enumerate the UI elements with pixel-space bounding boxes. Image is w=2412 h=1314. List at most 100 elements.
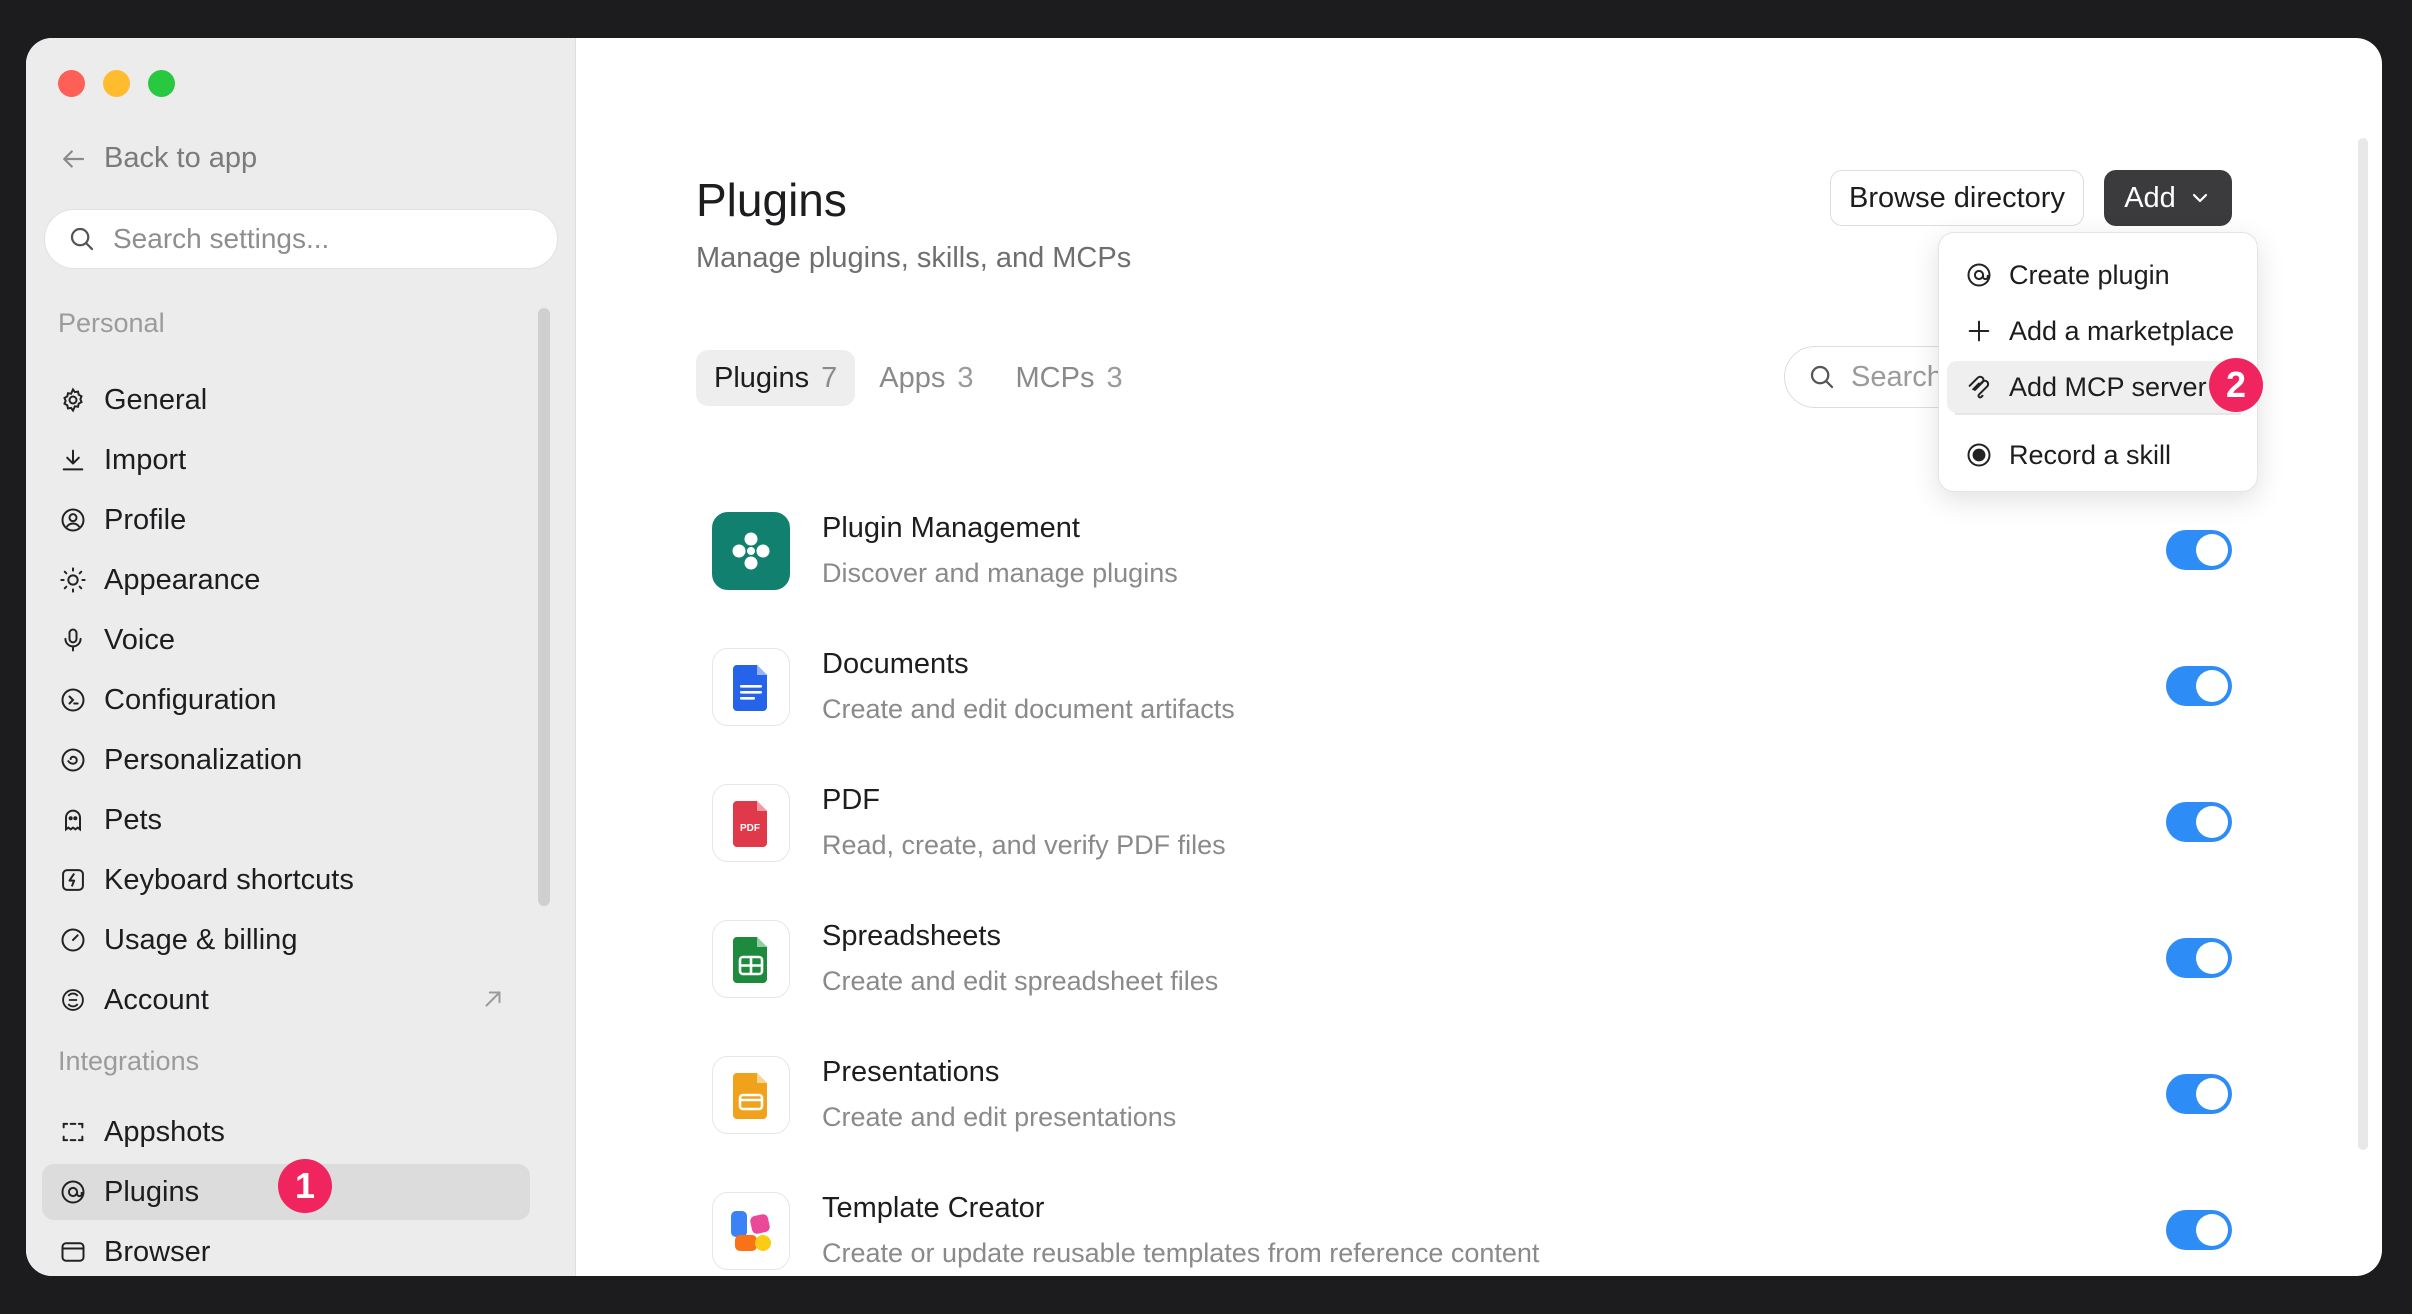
account-icon [58,985,88,1015]
personalization-icon [58,745,88,775]
back-to-app-link[interactable]: Back to app [58,142,257,175]
plugin-row: Template Creator Create or update reusab… [712,1192,2232,1272]
personal-section-title: Personal [58,308,165,338]
zoom-window-button[interactable] [148,70,175,97]
annotation-badge-1: 1 [278,1159,332,1213]
tab-mcps[interactable]: MCPs 3 [998,350,1141,406]
spreadsheets-icon [712,920,790,998]
plugin-description: Read, create, and verify PDF files [822,830,1226,860]
chevron-down-icon [2192,193,2207,203]
screenshot-frame-icon [58,1117,88,1147]
tab-label: Apps [879,361,946,394]
plugin-name: PDF [822,784,880,816]
microphone-icon [58,625,88,655]
plugin-toggle[interactable] [2166,1074,2232,1114]
window-controls [58,70,175,97]
plugin-name: Documents [822,648,969,680]
sidebar-item-pets[interactable]: Pets [42,792,530,848]
plugin-search-placeholder: Search [1851,360,1943,393]
plugin-row: Plugin Management Discover and manage pl… [712,512,2232,592]
template-creator-icon [712,1192,790,1270]
settings-window: Back to app Personal General Import Prof… [26,38,2382,1276]
plugin-toggle[interactable] [2166,530,2232,570]
sidebar-item-appshots[interactable]: Appshots [42,1104,530,1160]
plugin-description: Discover and manage plugins [822,558,1178,588]
annotation-badge-2: 2 [2209,358,2263,412]
add-dropdown-menu: Create plugin Add a marketplace Add MCP … [1938,232,2258,492]
sidebar-item-label: Personalization [104,743,303,776]
menu-item-create-plugin[interactable]: Create plugin [1947,249,2249,301]
browse-directory-button[interactable]: Browse directory [1830,170,2084,226]
settings-search-input[interactable] [113,223,533,255]
sidebar-item-personalization[interactable]: Personalization [42,732,530,788]
integrations-section-title: Integrations [58,1046,200,1076]
gauge-icon [58,925,88,955]
sidebar-item-general[interactable]: General [42,372,530,428]
sidebar-item-appearance[interactable]: Appearance [42,552,530,608]
search-icon [1810,365,1834,389]
pdf-icon-text: PDF [740,823,760,834]
plugin-toggle[interactable] [2166,938,2232,978]
tab-apps[interactable]: Apps 3 [861,350,991,406]
sidebar-item-profile[interactable]: Profile [42,492,530,548]
sidebar-item-configuration[interactable]: Configuration [42,672,530,728]
sidebar-item-label: Usage & billing [104,923,298,956]
sidebar-item-label: Pets [104,803,163,836]
plugin-name: Template Creator [822,1192,1045,1224]
menu-item-record-skill[interactable]: Record a skill [1947,429,2249,481]
close-window-button[interactable] [58,70,85,97]
plugin-management-icon [712,512,790,590]
plugin-toggle[interactable] [2166,802,2232,842]
record-icon [1967,443,1991,467]
sidebar-scrollbar[interactable] [538,308,550,906]
plugin-row: Presentations Create and edit presentati… [712,1056,2232,1136]
sidebar-item-voice[interactable]: Voice [42,612,530,668]
plugin-icon [1967,263,1991,287]
menu-separator [1955,413,2241,415]
sidebar-item-import[interactable]: Import [42,432,530,488]
back-label: Back to app [104,142,258,174]
sidebar: Back to app Personal General Import Prof… [26,38,576,1276]
menu-item-add-mcp-server[interactable]: Add MCP server [1947,361,2249,413]
sun-icon [58,565,88,595]
plugin-icon [58,1177,88,1207]
plugin-name: Spreadsheets [822,920,1001,952]
sidebar-item-keyboard-shortcuts[interactable]: Keyboard shortcuts [42,852,530,908]
plugin-toggle[interactable] [2166,666,2232,706]
search-icon [70,227,94,251]
menu-item-label: Record a skill [2009,439,2172,470]
settings-search[interactable] [44,209,558,269]
documents-icon [712,648,790,726]
plugin-toggle[interactable] [2166,1210,2232,1250]
menu-item-add-marketplace[interactable]: Add a marketplace [1947,305,2249,357]
main-scrollbar[interactable] [2358,138,2368,1150]
browser-icon [58,1237,88,1267]
plugin-name: Presentations [822,1056,1000,1088]
tab-count: 7 [821,361,838,394]
plus-icon [1968,320,1990,342]
plugin-description: Create or update reusable templates from… [822,1238,1540,1268]
sidebar-item-label: Voice [104,623,175,656]
sidebar-item-label: Keyboard shortcuts [104,863,354,896]
plugin-description: Create and edit spreadsheet files [822,966,1219,996]
sidebar-item-label: Configuration [104,683,277,716]
page-title: Plugins [696,174,847,226]
plugin-row: Documents Create and edit document artif… [712,648,2232,728]
plugin-description: Create and edit document artifacts [822,694,1235,724]
tab-plugins[interactable]: Plugins 7 [696,350,856,406]
sidebar-item-browser[interactable]: Browser [42,1224,530,1276]
sidebar-item-label: Browser [104,1235,211,1268]
minimize-window-button[interactable] [103,70,130,97]
tab-label: Plugins [714,361,810,394]
sidebar-item-label: Import [104,443,187,476]
plugin-row: PDF PDF Read, create, and verify PDF fil… [712,784,2232,864]
plugin-tabs: Plugins 7 Apps 3 MCPs 3 [696,350,1141,406]
sidebar-item-label: Account [104,983,209,1016]
pdf-icon: PDF [712,784,790,862]
add-button[interactable]: Add [2104,170,2232,226]
pet-icon [58,805,88,835]
sidebar-item-label: Plugins [104,1175,200,1208]
sidebar-item-usage-billing[interactable]: Usage & billing [42,912,530,968]
plugin-name: Plugin Management [822,512,1080,544]
sidebar-item-account[interactable]: Account [42,972,530,1028]
